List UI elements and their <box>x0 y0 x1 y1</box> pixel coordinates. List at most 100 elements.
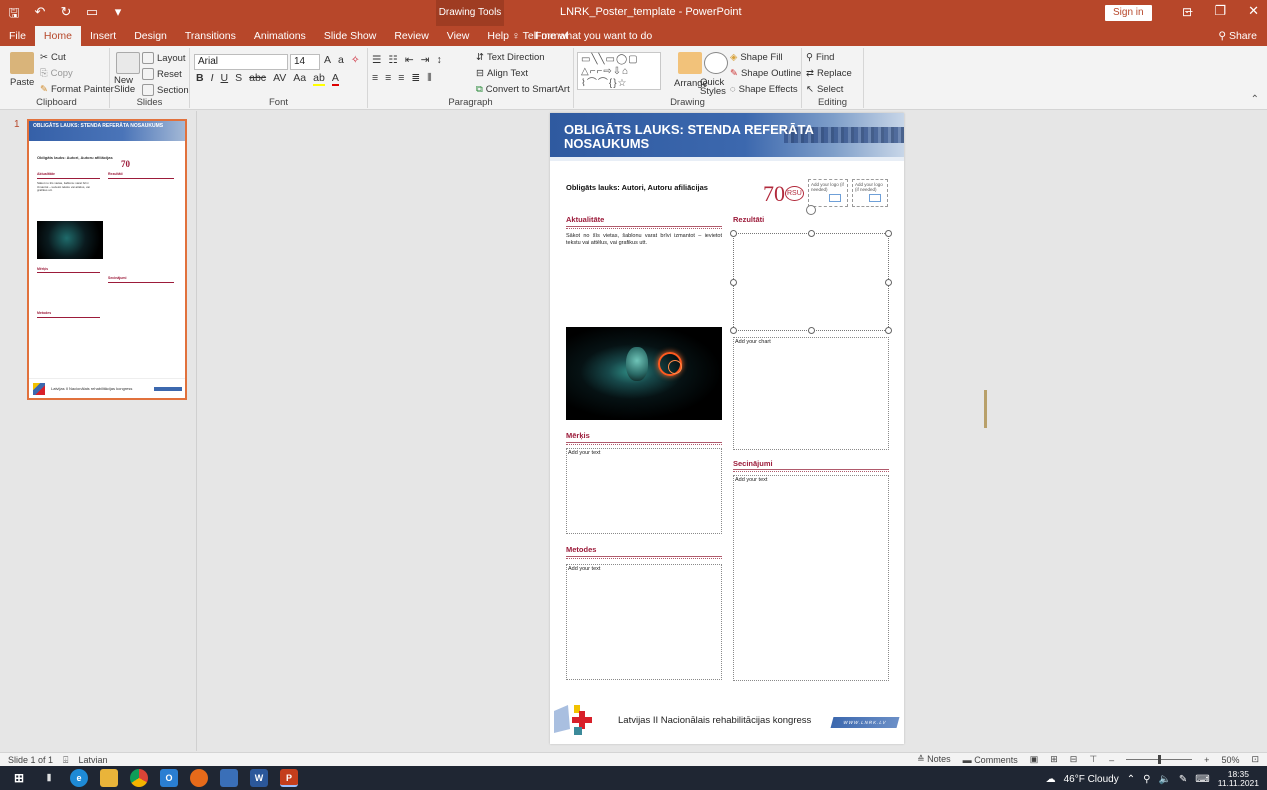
copy-button[interactable]: ⎘ Copy <box>40 68 73 79</box>
weather-widget[interactable]: 46°F Cloudy <box>1064 774 1119 785</box>
merkis-textbox[interactable]: Add your text <box>566 448 722 534</box>
shape-fill-button[interactable]: ◈ Shape Fill <box>730 52 783 63</box>
language-indicator[interactable]: Latvian <box>78 755 107 766</box>
align-right-icon[interactable]: ≡ <box>398 72 404 85</box>
align-left-icon[interactable]: ≡ <box>372 72 378 85</box>
fit-slide-icon[interactable]: ⊡ <box>1251 754 1259 765</box>
selected-shape[interactable] <box>730 230 892 334</box>
poster-title[interactable]: OBLIGĀTS LAUKS: STENDA REFERĀTA NOSAUKUM… <box>564 123 884 151</box>
shrink-font-icon[interactable]: a <box>338 54 344 66</box>
shadow-icon[interactable]: S <box>235 72 242 86</box>
slide-sorter-icon[interactable]: ⊞ <box>1050 754 1058 765</box>
reset-button[interactable]: Reset <box>142 68 182 80</box>
section-button[interactable]: Section <box>142 84 189 96</box>
shapes-gallery[interactable]: ▭╲╲▭◯▢ △⌐⌐⇨⇩⌂ ⌇⌒⌒{}☆ <box>577 52 661 90</box>
slide[interactable]: OBLIGĀTS LAUKS: STENDA REFERĀTA NOSAUKUM… <box>550 113 987 744</box>
tab-slide-show[interactable]: Slide Show <box>315 26 386 46</box>
edge-browser-icon[interactable]: e <box>70 769 88 787</box>
show-hidden-icons[interactable]: ⌃ <box>1127 774 1135 785</box>
replace-button[interactable]: ⇄ Replace <box>806 68 852 79</box>
font-name-select[interactable]: Arial <box>194 54 288 70</box>
arrange-icon[interactable] <box>678 52 702 74</box>
italic-icon[interactable]: I <box>211 72 214 86</box>
windows-start-icon[interactable]: ⊞ <box>10 769 28 787</box>
shape-outline-button[interactable]: ✎ Shape Outline <box>730 68 801 79</box>
tab-view[interactable]: View <box>438 26 479 46</box>
comments-button[interactable]: ▬ Comments <box>963 755 1018 765</box>
redo-icon[interactable]: ↻ <box>58 4 74 26</box>
new-slide-button[interactable]: New Slide <box>114 76 144 95</box>
reading-view-icon[interactable]: ⊟ <box>1070 754 1078 765</box>
section-title-aktualitate[interactable]: Aktualitāte <box>566 215 604 224</box>
change-case-icon[interactable]: Aa <box>293 72 306 86</box>
save-icon[interactable]: 🖫 <box>6 4 22 26</box>
paste-icon[interactable] <box>10 52 34 74</box>
resize-handle-br[interactable] <box>885 327 892 334</box>
convert-smartart-button[interactable]: ⧉ Convert to SmartArt <box>476 84 570 95</box>
underline-icon[interactable]: U <box>221 72 229 86</box>
tab-file[interactable]: File <box>0 26 35 46</box>
file-explorer-icon[interactable] <box>100 769 118 787</box>
section-title-rezultati[interactable]: Rezultāti <box>733 215 764 224</box>
decrease-indent-icon[interactable]: ⇤ <box>405 54 414 66</box>
font-size-select[interactable]: 14 <box>290 54 320 70</box>
bold-icon[interactable]: B <box>196 72 204 86</box>
strikethrough-icon[interactable]: abc <box>249 72 266 86</box>
tab-review[interactable]: Review <box>385 26 437 46</box>
slideshow-view-icon[interactable]: ⊤ <box>1089 754 1097 765</box>
columns-icon[interactable]: ⫴ <box>427 72 431 85</box>
numbering-icon[interactable]: ☷ <box>388 54 397 66</box>
notes-button[interactable]: ≙ Notes <box>917 754 951 765</box>
character-spacing-icon[interactable]: AV <box>273 72 286 86</box>
powerpoint-icon[interactable]: P <box>280 769 298 787</box>
logo-placeholder-1[interactable]: Add your logo (if needed) <box>808 179 848 207</box>
logo-placeholder-2[interactable]: Add your logo (if needed) <box>852 179 888 207</box>
metodes-textbox[interactable]: Add your text <box>566 564 722 680</box>
justify-icon[interactable]: ≣ <box>411 72 420 85</box>
tab-insert[interactable]: Insert <box>81 26 125 46</box>
clear-formatting-icon[interactable]: ✧ <box>351 54 360 66</box>
close-icon[interactable]: ✕ <box>1248 3 1259 19</box>
tab-design[interactable]: Design <box>125 26 176 46</box>
outlook-icon[interactable]: O <box>160 769 178 787</box>
format-painter-button[interactable]: ✎ Format Painter <box>40 84 114 95</box>
zoom-slider[interactable] <box>1126 755 1193 764</box>
start-from-beginning-icon[interactable]: ▭ <box>84 4 100 26</box>
line-spacing-icon[interactable]: ↕ <box>436 54 441 66</box>
slide-thumbnail-1[interactable]: OBLIGĀTS LAUKS: STENDA REFERĀTA NOSAUKUM… <box>27 119 187 400</box>
zoom-slider-knob[interactable] <box>1158 755 1162 764</box>
resize-handle-t[interactable] <box>808 230 815 237</box>
text-direction-button[interactable]: ⇵ Text Direction <box>476 52 545 63</box>
undo-icon[interactable]: ↶ <box>32 4 48 26</box>
shape-effects-button[interactable]: ◌ Shape Effects <box>730 84 798 95</box>
word-icon[interactable]: W <box>250 769 268 787</box>
resize-handle-l[interactable] <box>730 279 737 286</box>
chrome-icon[interactable] <box>130 769 148 787</box>
find-button[interactable]: ⚲ Find <box>806 52 834 63</box>
tell-me-search[interactable]: ♀ Tell me what you want to do <box>512 26 652 46</box>
resize-handle-b[interactable] <box>808 327 815 334</box>
slide-info[interactable]: Slide 1 of 1 <box>8 755 53 766</box>
layout-button[interactable]: Layout <box>142 52 186 64</box>
resize-handle-r[interactable] <box>885 279 892 286</box>
app-icon[interactable] <box>220 769 238 787</box>
zoom-level[interactable]: 50% <box>1221 755 1239 765</box>
network-icon[interactable]: ⚲ <box>1143 774 1150 785</box>
tab-animations[interactable]: Animations <box>245 26 315 46</box>
new-slide-icon[interactable] <box>116 52 140 74</box>
poster-photo[interactable] <box>566 327 722 420</box>
align-text-button[interactable]: ⊟ Align Text <box>476 68 528 79</box>
zoom-out-icon[interactable]: – <box>1109 755 1114 765</box>
font-color-icon[interactable]: A <box>331 72 339 86</box>
resize-handle-tl[interactable] <box>730 230 737 237</box>
share-button[interactable]: ⚲ Share <box>1218 26 1257 46</box>
paste-button[interactable]: Paste <box>10 77 34 88</box>
intro-body-text[interactable]: Sākot no šīs vietas, šablonu varat brīvi… <box>566 233 722 246</box>
tab-transitions[interactable]: Transitions <box>176 26 245 46</box>
cut-button[interactable]: ✂ Cut <box>40 52 66 63</box>
authors-field[interactable]: Obligāts lauks: Autori, Autoru afiliācij… <box>566 183 708 192</box>
system-clock[interactable]: 18:35 11.11.2021 <box>1218 770 1259 788</box>
grow-font-icon[interactable]: A <box>324 54 331 66</box>
section-title-metodes[interactable]: Metodes <box>566 545 596 554</box>
firefox-icon[interactable] <box>190 769 208 787</box>
